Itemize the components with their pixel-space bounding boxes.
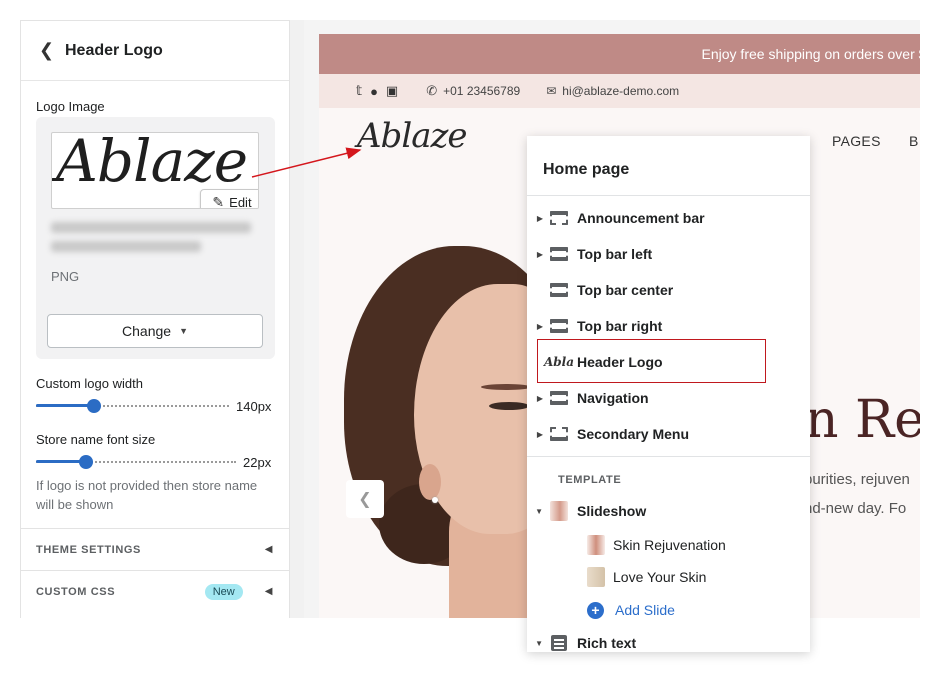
slideshow-thumbnail [549, 501, 569, 521]
instagram-icon[interactable]: ▣ [386, 83, 398, 99]
logo-preview[interactable]: Ablaze ✎ Edit [51, 132, 259, 209]
theme-settings-section[interactable]: THEME SETTINGS ◀ [21, 528, 289, 570]
expand-arrow-icon[interactable]: ▶ [527, 214, 549, 223]
expand-arrow-icon[interactable]: ▶ [527, 394, 549, 403]
section-icon [549, 390, 569, 406]
section-label: Secondary Menu [577, 426, 690, 442]
phone-icon: ✆ [426, 83, 438, 98]
slide-label: Love Your Skin [613, 569, 707, 585]
section-slideshow[interactable]: ▼ Slideshow [527, 496, 810, 526]
section-label: Announcement bar [577, 210, 705, 226]
section-label: Top bar right [577, 318, 663, 334]
twitter-icon[interactable]: 𝕥 [356, 83, 362, 99]
section-secondary-menu[interactable]: ▶ Secondary Menu [527, 419, 810, 449]
custom-logo-width-label: Custom logo width [36, 376, 143, 391]
caret-left-icon: ◀ [264, 544, 273, 555]
announcement-text: Enjoy free shipping on orders over $50 [701, 46, 920, 62]
panel-title: Header Logo [65, 41, 163, 59]
store-name-font-size-label: Store name font size [36, 432, 156, 447]
section-label: Rich text [577, 635, 637, 651]
caret-down-icon: ▼ [179, 326, 188, 336]
sections-popup: Home page ▶ Announcement bar ▶ Top bar l… [527, 136, 810, 652]
hero-text-line-2: nd-new day. Fo [804, 500, 907, 517]
logo-image-label: Logo Image [36, 99, 105, 114]
expand-arrow-icon[interactable]: ▶ [527, 322, 549, 331]
store-name-font-size-slider[interactable] [36, 455, 236, 469]
panel-divider [290, 20, 304, 618]
panel-header: ❮ Header Logo [21, 21, 289, 81]
expand-arrow-icon[interactable]: ▶ [527, 430, 549, 439]
change-label: Change [122, 323, 172, 339]
logo-image-card: Ablaze ✎ Edit PNG Change ▼ [36, 117, 275, 359]
add-slide-button[interactable]: + Add Slide [587, 598, 675, 622]
section-icon [549, 210, 569, 226]
slider-thumb[interactable] [87, 399, 101, 413]
facebook-icon[interactable]: ● [370, 84, 378, 99]
section-rich-text[interactable]: ▼ Rich text [527, 628, 810, 652]
mail-icon: ✉ [546, 84, 557, 98]
section-icon [549, 426, 569, 442]
slide-item[interactable]: Love Your Skin [587, 563, 807, 591]
section-navigation[interactable]: ▶ Navigation [527, 383, 810, 413]
nav-item-pages[interactable]: PAGES [832, 133, 881, 149]
nav-item-b[interactable]: B [909, 133, 918, 149]
edit-button[interactable]: ✎ Edit [200, 189, 258, 209]
custom-logo-width-slider[interactable] [36, 399, 229, 413]
section-label: Top bar left [577, 246, 653, 262]
custom-css-section[interactable]: CUSTOM CSS New ◀ [21, 570, 289, 612]
slide-item[interactable]: Skin Rejuvenation [587, 531, 807, 559]
section-top-bar-center[interactable]: Top bar center [527, 275, 810, 305]
plus-circle-icon: + [587, 601, 604, 619]
add-slide-label: Add Slide [615, 602, 675, 618]
hero-heading: n Re [805, 390, 920, 450]
rich-text-icon [549, 635, 569, 651]
section-label: Top bar center [577, 282, 674, 298]
slide-thumbnail [587, 535, 605, 555]
store-name-help-text: If logo is not provided then store name … [36, 478, 258, 512]
theme-settings-label: THEME SETTINGS [36, 543, 141, 556]
top-bar: 𝕥 ● ▣ ✆ +01 23456789 ✉ hi@ablaze-demo.co… [319, 74, 920, 108]
store-logo[interactable]: Ablaze [357, 116, 467, 156]
settings-panel: ❮ Header Logo Logo Image Ablaze ✎ Edit P… [20, 20, 290, 618]
section-icon [549, 318, 569, 334]
phone-number[interactable]: +01 23456789 [443, 84, 520, 98]
file-name-blurred [51, 222, 266, 260]
pencil-icon: ✎ [212, 193, 225, 209]
slide-thumbnail [587, 567, 605, 587]
caret-left-icon: ◀ [264, 586, 273, 597]
section-top-bar-right[interactable]: ▶ Top bar right [527, 311, 810, 341]
section-label: Navigation [577, 390, 649, 406]
section-icon [549, 246, 569, 262]
hero-text-line-1: purities, rejuven [804, 471, 910, 488]
custom-logo-width-value: 140px [236, 399, 272, 414]
announcement-bar[interactable]: Enjoy free shipping on orders over $50 [319, 34, 920, 74]
new-badge: New [204, 583, 243, 600]
template-label: TEMPLATE [558, 474, 622, 486]
section-label: Slideshow [577, 503, 647, 519]
change-button[interactable]: Change ▼ [47, 314, 263, 348]
expand-arrow-icon[interactable]: ▶ [527, 250, 549, 259]
section-announcement-bar[interactable]: ▶ Announcement bar [527, 203, 810, 233]
collapse-arrow-icon[interactable]: ▼ [527, 639, 549, 648]
back-arrow-icon[interactable]: ❮ [39, 40, 65, 61]
edit-label: Edit [229, 194, 252, 209]
custom-css-label: CUSTOM CSS [36, 585, 116, 598]
slide-prev-button[interactable]: ❮ [346, 480, 384, 518]
store-name-font-size-value: 22px [243, 455, 272, 470]
collapse-arrow-icon[interactable]: ▼ [527, 507, 549, 516]
selection-highlight [537, 339, 766, 383]
slider-thumb[interactable] [79, 455, 93, 469]
email-address[interactable]: hi@ablaze-demo.com [562, 84, 679, 98]
section-icon [549, 282, 569, 298]
file-type: PNG [51, 269, 80, 284]
popup-title: Home page [543, 161, 630, 178]
slide-label: Skin Rejuvenation [613, 537, 726, 553]
logo-preview-image: Ablaze [56, 132, 248, 195]
section-top-bar-left[interactable]: ▶ Top bar left [527, 239, 810, 269]
chevron-left-icon: ❮ [358, 491, 372, 508]
